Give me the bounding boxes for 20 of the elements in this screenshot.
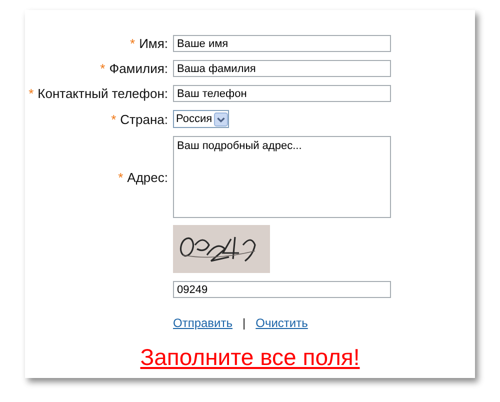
action-link[interactable]: Отправить [173,316,233,330]
field-label: Адрес: [127,170,168,184]
error-message: Заполните все поля! [139,344,361,371]
text-field[interactable]: Ваше имя [173,35,391,52]
field-label: Имя: [139,36,168,51]
country-select[interactable]: Россия [173,110,229,128]
address-field[interactable]: Ваш подробный адрес... [173,136,391,218]
required-asterisk: * [118,170,124,184]
required-asterisk: * [111,112,116,126]
field-label: Фамилия: [109,61,168,76]
field-label: Страна: [120,112,168,126]
text-field[interactable]: Ваша фамилия [173,60,391,77]
action-link[interactable]: Очистить [256,316,308,330]
link-separator: | [242,316,246,330]
required-asterisk: * [100,61,106,76]
required-asterisk: * [130,36,136,51]
field-label: Контактный телефон: [38,86,168,101]
required-asterisk: * [28,86,34,101]
text-field[interactable]: Ваш телефон [173,85,391,102]
captcha-field[interactable]: 09249 [173,281,391,298]
